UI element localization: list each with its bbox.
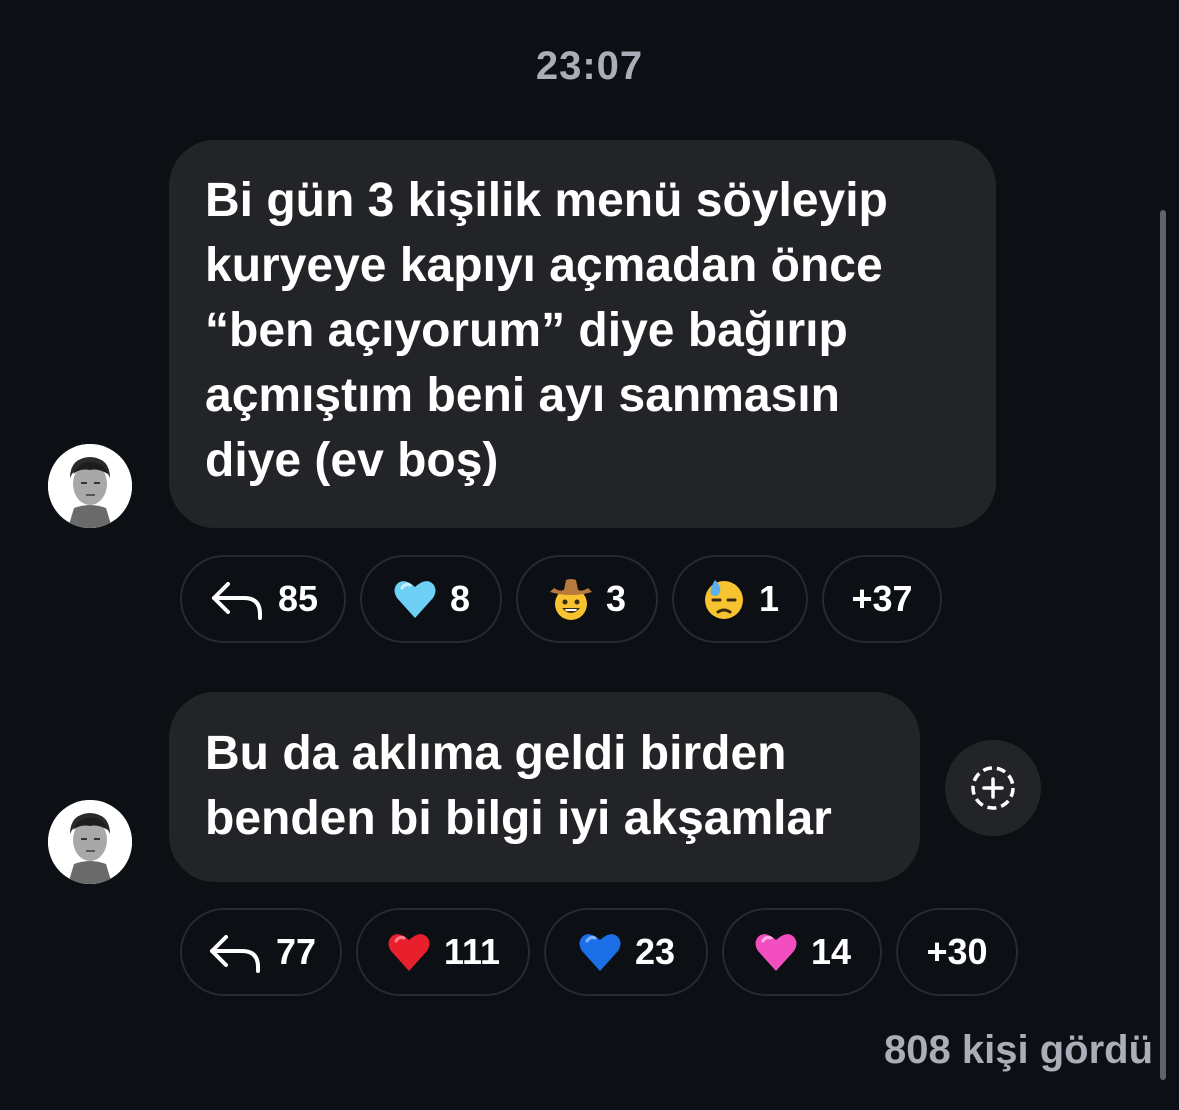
reaction-pill[interactable]: 111 [356,908,530,996]
message-text-line: Bi gün 3 kişilik menü söyleyip [205,174,888,227]
thread-timestamp: 23:07 [535,44,644,88]
reply-arrow-icon [209,935,260,973]
reaction-count: 23 [634,931,676,972]
more-reactions-button[interactable]: +30 [896,908,1018,996]
reaction-count: 3 [605,578,627,619]
red-heart-icon [386,929,432,975]
seen-count[interactable]: 808 kişi gördü [884,1028,1153,1073]
more-reactions-button[interactable]: +37 [822,555,942,643]
reaction-pill[interactable]: 3 [516,555,658,643]
reaction-bar: 85 8 3 1 +37 [180,555,942,643]
reaction-count: 8 [449,578,471,619]
avatar[interactable] [48,444,132,528]
reaction-count: 14 [810,931,852,972]
reaction-bar: 77 111 23 14 +30 [180,908,1018,996]
reply-count: 77 [275,931,317,972]
blue-heart-icon [577,929,623,975]
reaction-pill[interactable]: 1 [672,555,808,643]
light-blue-heart-icon [392,576,438,622]
message-bubble[interactable]: Bu da aklıma geldi birden benden bi bilg… [169,692,920,882]
message-bubble[interactable]: Bi gün 3 kişilik menü söyleyip kuryeye k… [169,140,996,528]
more-reactions-count: +30 [926,931,988,972]
reply-arrow-icon [211,582,262,620]
add-reaction-icon [971,766,1015,810]
reaction-count: 1 [758,578,780,619]
avatar[interactable] [48,800,132,884]
add-reaction-button[interactable] [945,740,1041,836]
thread-screen: 23:07 Bi gün 3 kişilik menü söyleyip kur… [0,0,1179,1110]
cowboy-hat-face-icon [548,576,594,622]
avatar-photo-icon [48,444,132,528]
scrollbar[interactable] [1160,210,1166,1080]
message-text-line: “ben açıyorum” diye bağırıp [205,304,848,357]
reaction-pill[interactable]: 23 [544,908,708,996]
reply-button[interactable]: 85 [180,555,346,643]
message-text-line: Bu da aklıma geldi birden [205,727,787,780]
reaction-count: 111 [443,931,501,972]
message-text-line: açmıştım beni ayı sanmasın [205,369,840,422]
reaction-pill[interactable]: 8 [360,555,502,643]
reaction-pill[interactable]: 14 [722,908,882,996]
message-text-line: benden bi bilgi iyi akşamlar [205,792,832,845]
avatar-photo-icon [48,800,132,884]
message-text-line: diye (ev boş) [205,434,499,487]
pink-heart-icon [753,929,799,975]
more-reactions-count: +37 [851,578,913,619]
downcast-face-with-sweat-icon [701,576,747,622]
reply-button[interactable]: 77 [180,908,342,996]
reply-count: 85 [277,578,319,619]
message-text-line: kuryeye kapıyı açmadan önce [205,239,883,292]
